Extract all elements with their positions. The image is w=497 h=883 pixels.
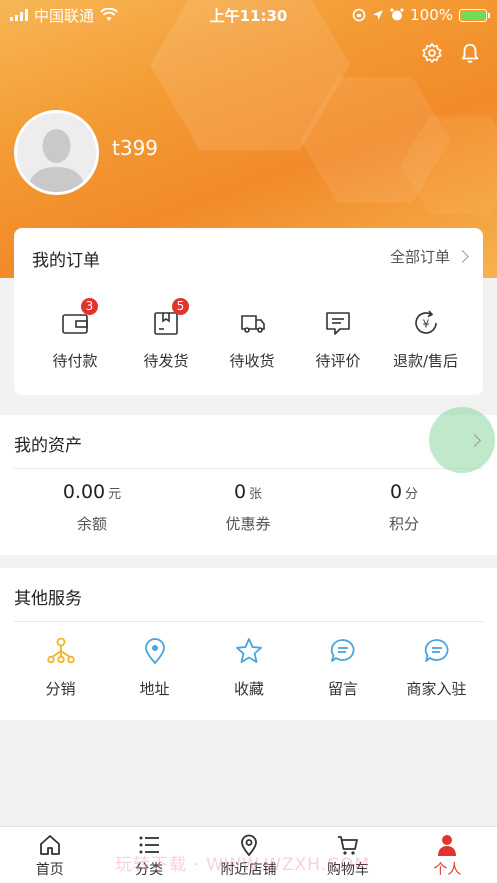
distribution-icon <box>46 636 76 666</box>
my-orders-card: 我的订单 全部订单 3 待付款 5 待发货 待收货 待评价 ¥ 退款/售后 <box>14 228 483 395</box>
service-distribution[interactable]: 分销 <box>14 636 107 699</box>
bottom-tab-bar: 首页 分类 附近店铺 购物车 个人 <box>0 826 497 883</box>
asset-value: 0 <box>389 481 403 503</box>
tab-category[interactable]: 分类 <box>99 827 198 883</box>
asset-unit: 元 <box>108 487 122 502</box>
wifi-icon <box>100 8 118 21</box>
location-pin-icon <box>140 636 170 666</box>
order-status-pending-receipt[interactable]: 待收货 <box>196 308 308 371</box>
order-status-refund[interactable]: ¥ 退款/售后 <box>368 308 483 371</box>
list-icon <box>139 836 160 854</box>
tab-label: 个人 <box>433 862 462 878</box>
service-favorites[interactable]: 收藏 <box>202 636 296 699</box>
comment-icon <box>323 308 353 338</box>
service-label: 留言 <box>327 680 358 698</box>
asset-value: 0.00 <box>62 481 106 503</box>
carrier-name: 中国联通 <box>34 6 95 25</box>
asset-label: 积分 <box>388 515 419 533</box>
all-orders-label: 全部订单 <box>389 248 450 266</box>
order-status-label: 待发货 <box>143 352 189 370</box>
asset-balance[interactable]: 0.00 元 余额 <box>12 481 172 534</box>
settings-gear-icon[interactable] <box>421 42 443 64</box>
person-icon <box>438 835 457 856</box>
service-address[interactable]: 地址 <box>107 636 202 699</box>
tab-label: 首页 <box>35 862 64 878</box>
truck-icon <box>237 308 267 338</box>
tab-cart[interactable]: 购物车 <box>298 827 397 883</box>
rotation-lock-icon <box>352 8 366 22</box>
signal-icon <box>10 9 28 21</box>
service-label: 商家入驻 <box>406 680 467 698</box>
tab-profile[interactable]: 个人 <box>398 827 497 883</box>
chevron-right-icon <box>456 250 469 263</box>
order-status-label: 退款/售后 <box>392 352 459 370</box>
default-avatar-icon <box>17 113 96 192</box>
order-status-pending-shipment[interactable]: 5 待发货 <box>136 298 196 371</box>
service-message[interactable]: 留言 <box>296 636 390 699</box>
my-assets-title: 我的资产 <box>14 436 82 456</box>
touch-indicator <box>429 407 495 473</box>
order-status-pending-payment[interactable]: 3 待付款 <box>14 298 136 371</box>
battery-icon <box>459 8 490 22</box>
order-status-pending-review[interactable]: 待评价 <box>308 308 368 371</box>
badge-count: 3 <box>81 298 98 315</box>
my-assets-section: 我的资产 0.00 元 余额 0张 优惠券 0分 积分 <box>0 415 497 555</box>
all-orders-link[interactable]: 全部订单 <box>389 246 469 267</box>
home-icon <box>39 835 60 855</box>
notification-bell-icon[interactable] <box>459 42 481 64</box>
divider <box>14 621 483 622</box>
order-status-label: 待评价 <box>315 352 361 370</box>
asset-points[interactable]: 0分 积分 <box>324 481 484 534</box>
star-icon <box>234 636 264 666</box>
badge-count: 5 <box>172 298 189 315</box>
cart-icon <box>337 836 358 855</box>
divider <box>14 468 483 469</box>
my-orders-title: 我的订单 <box>32 251 100 271</box>
other-services-section: 其他服务 分销 地址 收藏 留言 商家入驻 <box>0 568 497 720</box>
asset-label: 余额 <box>76 515 107 533</box>
battery-percent: 100% <box>410 6 453 24</box>
username[interactable]: t399 <box>112 136 158 160</box>
service-label: 地址 <box>139 680 170 698</box>
merchant-message-icon <box>422 636 452 666</box>
avatar[interactable] <box>14 110 99 195</box>
service-merchant-join[interactable]: 商家入驻 <box>390 636 483 699</box>
svg-text:¥: ¥ <box>422 318 429 331</box>
alarm-icon <box>390 8 404 21</box>
tab-label: 购物车 <box>326 862 369 878</box>
wallet-icon: 3 <box>60 298 98 338</box>
map-pin-icon <box>240 834 257 857</box>
asset-unit: 分 <box>405 487 419 502</box>
service-label: 收藏 <box>233 680 264 698</box>
package-icon: 5 <box>151 298 189 338</box>
location-arrow-icon <box>373 10 384 20</box>
message-icon <box>328 636 358 666</box>
asset-coupons[interactable]: 0张 优惠券 <box>168 481 328 534</box>
tab-home[interactable]: 首页 <box>0 827 99 883</box>
order-status-label: 待付款 <box>52 352 98 370</box>
status-bar: 中国联通 上午11:30 100% <box>0 0 497 30</box>
other-services-title: 其他服务 <box>14 589 82 609</box>
asset-unit: 张 <box>249 487 263 502</box>
tab-label: 分类 <box>135 862 164 878</box>
order-status-label: 待收货 <box>229 352 275 370</box>
battery-level <box>461 10 485 20</box>
service-label: 分销 <box>45 680 76 698</box>
refund-icon: ¥ <box>411 308 441 338</box>
asset-label: 优惠券 <box>225 515 271 533</box>
tab-nearby-stores[interactable]: 附近店铺 <box>199 827 298 883</box>
tab-label: 附近店铺 <box>220 862 277 878</box>
asset-value: 0 <box>233 481 247 503</box>
